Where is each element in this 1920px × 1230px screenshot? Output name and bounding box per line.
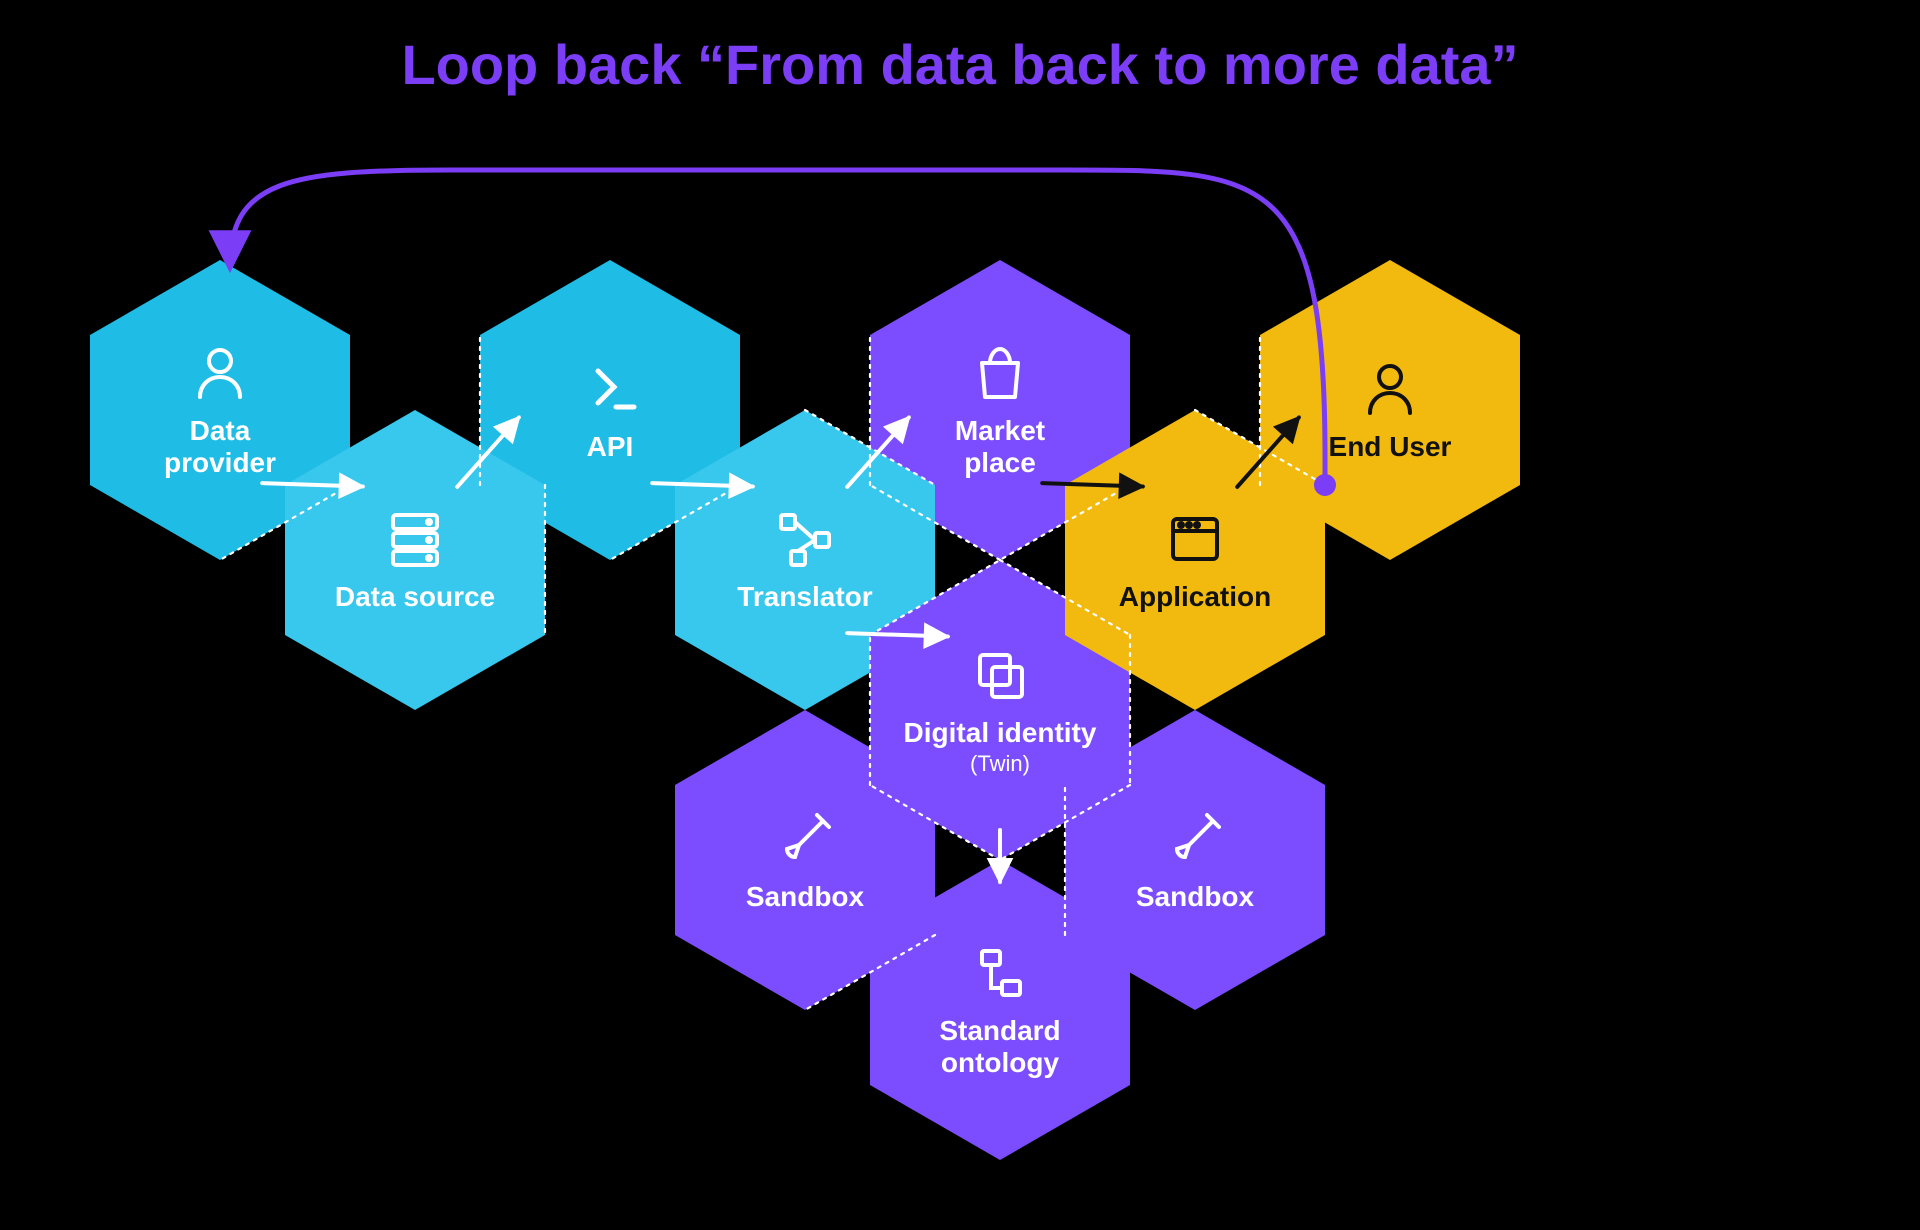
hex-label: Data provider <box>164 415 276 479</box>
user-icon <box>1358 357 1422 421</box>
window-icon <box>1163 507 1227 571</box>
hex-label: Standard ontology <box>939 1015 1060 1079</box>
shovel-icon <box>1163 807 1227 871</box>
code-icon <box>578 357 642 421</box>
hex-label: Sandbox <box>1136 881 1254 913</box>
hex-label: Data source <box>335 581 495 613</box>
hex-label: Translator <box>737 581 872 613</box>
hex-label: Digital identity <box>904 717 1097 749</box>
server-icon <box>383 507 447 571</box>
hex-sublabel: (Twin) <box>970 751 1030 777</box>
user-icon <box>188 341 252 405</box>
hex-label: Application <box>1119 581 1271 613</box>
network-icon <box>773 507 837 571</box>
hex-label: API <box>587 431 634 463</box>
diagram-title: Loop back “From data back to more data” <box>0 32 1920 97</box>
hex-label: Sandbox <box>746 881 864 913</box>
hex-label: End User <box>1329 431 1452 463</box>
copy-icon <box>968 643 1032 707</box>
bag-icon <box>968 341 1032 405</box>
sitemap-icon <box>968 941 1032 1005</box>
shovel-icon <box>773 807 837 871</box>
diagram-canvas: Loop back “From data back to more data” … <box>0 0 1920 1230</box>
hex-label: Market place <box>955 415 1045 479</box>
